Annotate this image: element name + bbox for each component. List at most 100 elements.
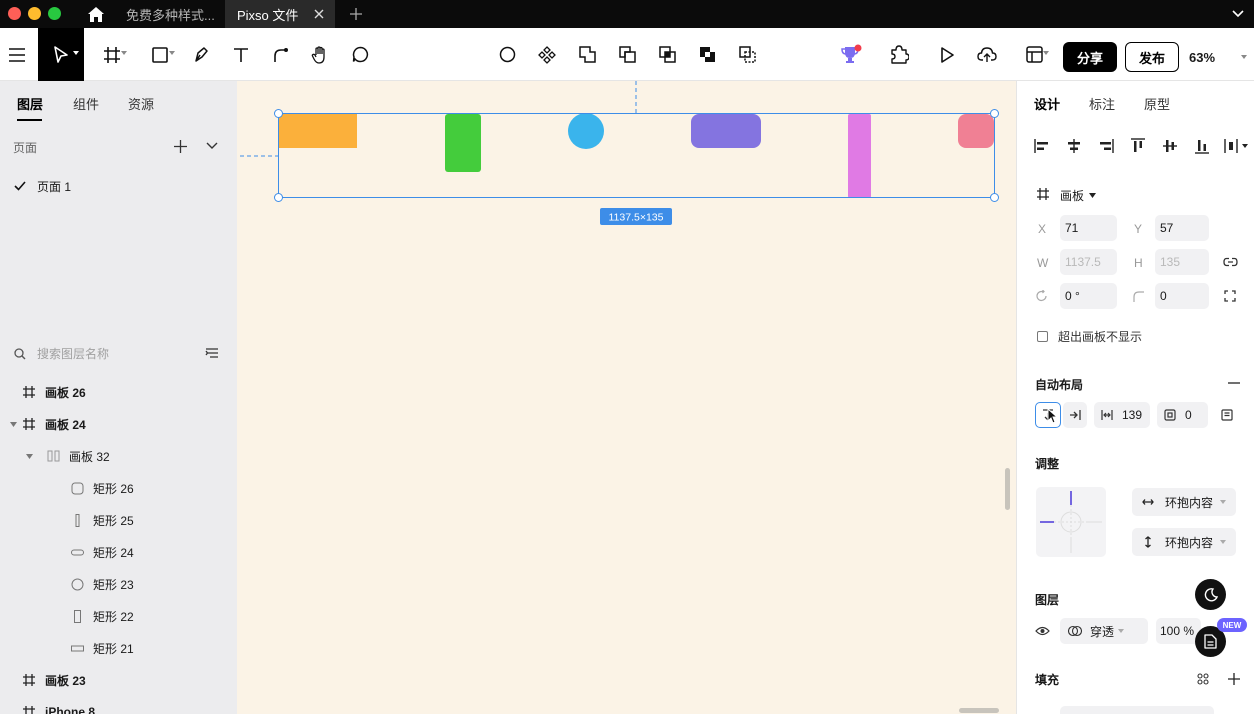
move-tool[interactable]	[38, 28, 84, 81]
fill-row[interactable]	[1060, 706, 1214, 714]
align-right-button[interactable]	[1097, 137, 1115, 155]
resize-handle-top-right[interactable]	[990, 109, 999, 118]
tab-free-styles[interactable]: 免费多种样式...	[114, 0, 224, 28]
frame-type-select[interactable]: 画板	[1060, 187, 1097, 204]
independent-corners-button[interactable]	[1222, 288, 1238, 304]
layout-button[interactable]	[1014, 28, 1054, 81]
blend-mode-select[interactable]: 穿透	[1060, 618, 1148, 644]
comment-tool[interactable]	[347, 28, 373, 81]
padding-field[interactable]: 0	[1157, 402, 1208, 428]
rotation-input[interactable]	[1060, 283, 1117, 309]
alignment-matrix[interactable]	[1036, 487, 1106, 557]
frame-tool[interactable]	[92, 28, 132, 81]
component-tool[interactable]	[534, 28, 560, 81]
upload-button[interactable]	[974, 28, 1000, 81]
tab-prototype[interactable]: 原型	[1144, 94, 1170, 113]
layer-item-frame-32[interactable]: 画板 32	[25, 445, 110, 467]
flatten-tool[interactable]	[734, 28, 760, 81]
layer-item-frame-26[interactable]: 画板 26	[22, 381, 86, 403]
horizontal-scrollbar[interactable]	[959, 708, 999, 713]
resize-handle-bottom-left[interactable]	[274, 193, 283, 202]
text-tool[interactable]	[228, 28, 254, 81]
fill-styles-button[interactable]	[1195, 671, 1211, 687]
home-button[interactable]	[84, 3, 108, 25]
present-button[interactable]	[934, 28, 960, 81]
shape-rect-22[interactable]	[445, 114, 481, 172]
resize-handle-bottom-right[interactable]	[990, 193, 999, 202]
resize-handle-top-left[interactable]	[274, 109, 283, 118]
canvas[interactable]: 1137.5×135	[237, 81, 1016, 714]
plugins-button[interactable]	[886, 28, 912, 81]
filter-icon[interactable]	[204, 346, 220, 362]
y-input[interactable]	[1155, 215, 1209, 241]
align-top-button[interactable]	[1129, 137, 1147, 155]
shape-rect-25[interactable]	[848, 114, 871, 198]
share-button[interactable]: 分享	[1063, 42, 1117, 72]
layer-item-iphone-8[interactable]: iPhone 8	[22, 701, 95, 714]
horizontal-sizing-select[interactable]: 环抱内容	[1132, 488, 1236, 516]
shape-rect-26[interactable]	[958, 114, 994, 148]
w-input[interactable]	[1060, 249, 1117, 275]
align-center-h-button[interactable]	[1065, 137, 1083, 155]
clip-content-checkbox[interactable]	[1037, 331, 1048, 342]
tabs-menu-button[interactable]	[1230, 6, 1246, 22]
distribute-button[interactable]	[1223, 137, 1249, 155]
close-window-button[interactable]	[8, 7, 21, 20]
expand-triangle-icon[interactable]	[25, 452, 33, 460]
align-bottom-button[interactable]	[1193, 137, 1211, 155]
spacing-field[interactable]: 139	[1094, 402, 1150, 428]
layer-item-frame-24[interactable]: 画板 24	[9, 413, 86, 435]
remove-auto-layout-button[interactable]	[1226, 375, 1242, 391]
align-left-button[interactable]	[1033, 137, 1051, 155]
vertical-scrollbar[interactable]	[1005, 468, 1010, 510]
zoom-select[interactable]: 63%	[1189, 42, 1249, 72]
x-input[interactable]	[1060, 215, 1117, 241]
tab-pixso-file[interactable]: Pixso 文件	[225, 0, 335, 28]
visibility-toggle[interactable]	[1034, 623, 1050, 639]
tab-design[interactable]: 设计	[1034, 94, 1060, 113]
layer-item-rect-26[interactable]: 矩形 26	[70, 477, 134, 499]
new-tab-button[interactable]	[346, 4, 366, 24]
add-page-button[interactable]	[172, 138, 188, 154]
boolean-exclude-tool[interactable]	[694, 28, 720, 81]
publish-button[interactable]: 发布	[1125, 42, 1179, 72]
layer-item-rect-24[interactable]: 矩形 24	[70, 541, 134, 563]
radius-input[interactable]	[1155, 283, 1209, 309]
direction-horizontal-button[interactable]	[1063, 402, 1087, 428]
tab-annotate[interactable]: 标注	[1089, 94, 1115, 113]
page-item[interactable]: 页面 1	[12, 176, 222, 196]
layer-item-rect-21[interactable]: 矩形 21	[70, 637, 134, 659]
close-tab-button[interactable]	[311, 6, 327, 22]
main-menu-button[interactable]	[0, 28, 34, 81]
shape-rect-23[interactable]	[568, 113, 604, 149]
expand-triangle-icon[interactable]	[9, 420, 17, 428]
add-fill-button[interactable]	[1226, 671, 1242, 687]
vertical-sizing-select[interactable]: 环抱内容	[1132, 528, 1236, 556]
auto-layout-settings-button[interactable]	[1219, 407, 1235, 423]
constrain-proportions-button[interactable]	[1222, 254, 1238, 270]
shape-rect-21[interactable]	[279, 114, 357, 148]
zoom-window-button[interactable]	[48, 7, 61, 20]
layer-item-rect-25[interactable]: 矩形 25	[70, 509, 134, 531]
dark-mode-button[interactable]	[1195, 579, 1226, 610]
h-input[interactable]	[1155, 249, 1209, 275]
align-middle-button[interactable]	[1161, 137, 1179, 155]
tab-components[interactable]: 组件	[73, 94, 99, 113]
tab-layers[interactable]: 图层	[17, 94, 43, 113]
layer-item-frame-23[interactable]: 画板 23	[22, 669, 86, 691]
achievement-button[interactable]	[838, 28, 864, 81]
boolean-subtract-tool[interactable]	[614, 28, 640, 81]
layer-item-rect-23[interactable]: 矩形 23	[70, 573, 134, 595]
mask-tool[interactable]	[494, 28, 520, 81]
boolean-union-tool[interactable]	[574, 28, 600, 81]
tab-assets[interactable]: 资源	[128, 94, 154, 113]
shape-rect-24[interactable]	[691, 114, 761, 148]
shape-tool[interactable]	[140, 28, 180, 81]
clip-content-row[interactable]: 超出画板不显示	[1037, 328, 1142, 345]
layer-search-input[interactable]	[37, 347, 187, 361]
pen-tool[interactable]	[188, 28, 214, 81]
boolean-intersect-tool[interactable]	[654, 28, 680, 81]
hand-tool[interactable]	[307, 28, 333, 81]
layer-item-rect-22[interactable]: 矩形 22	[70, 605, 134, 627]
pages-collapse-button[interactable]	[204, 138, 220, 154]
